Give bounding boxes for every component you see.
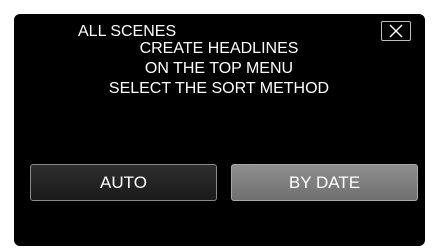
message-line: ON THE TOP MENU [144, 60, 294, 77]
auto-button-label: AUTO [100, 172, 147, 192]
message-line: CREATE HEADLINES [139, 40, 299, 57]
by-date-button[interactable]: BY DATE [231, 164, 418, 201]
message-line: SELECT THE SORT METHOD [108, 80, 330, 97]
close-button[interactable] [381, 21, 411, 41]
sort-method-dialog: ALL SCENES CREATE HEADLINES ON THE TOP M… [14, 14, 425, 246]
auto-button[interactable]: AUTO [30, 164, 217, 201]
by-date-button-label: BY DATE [288, 172, 361, 192]
dialog-message: CREATE HEADLINES ON THE TOP MENU SELECT … [54, 39, 384, 99]
close-icon [389, 24, 403, 38]
